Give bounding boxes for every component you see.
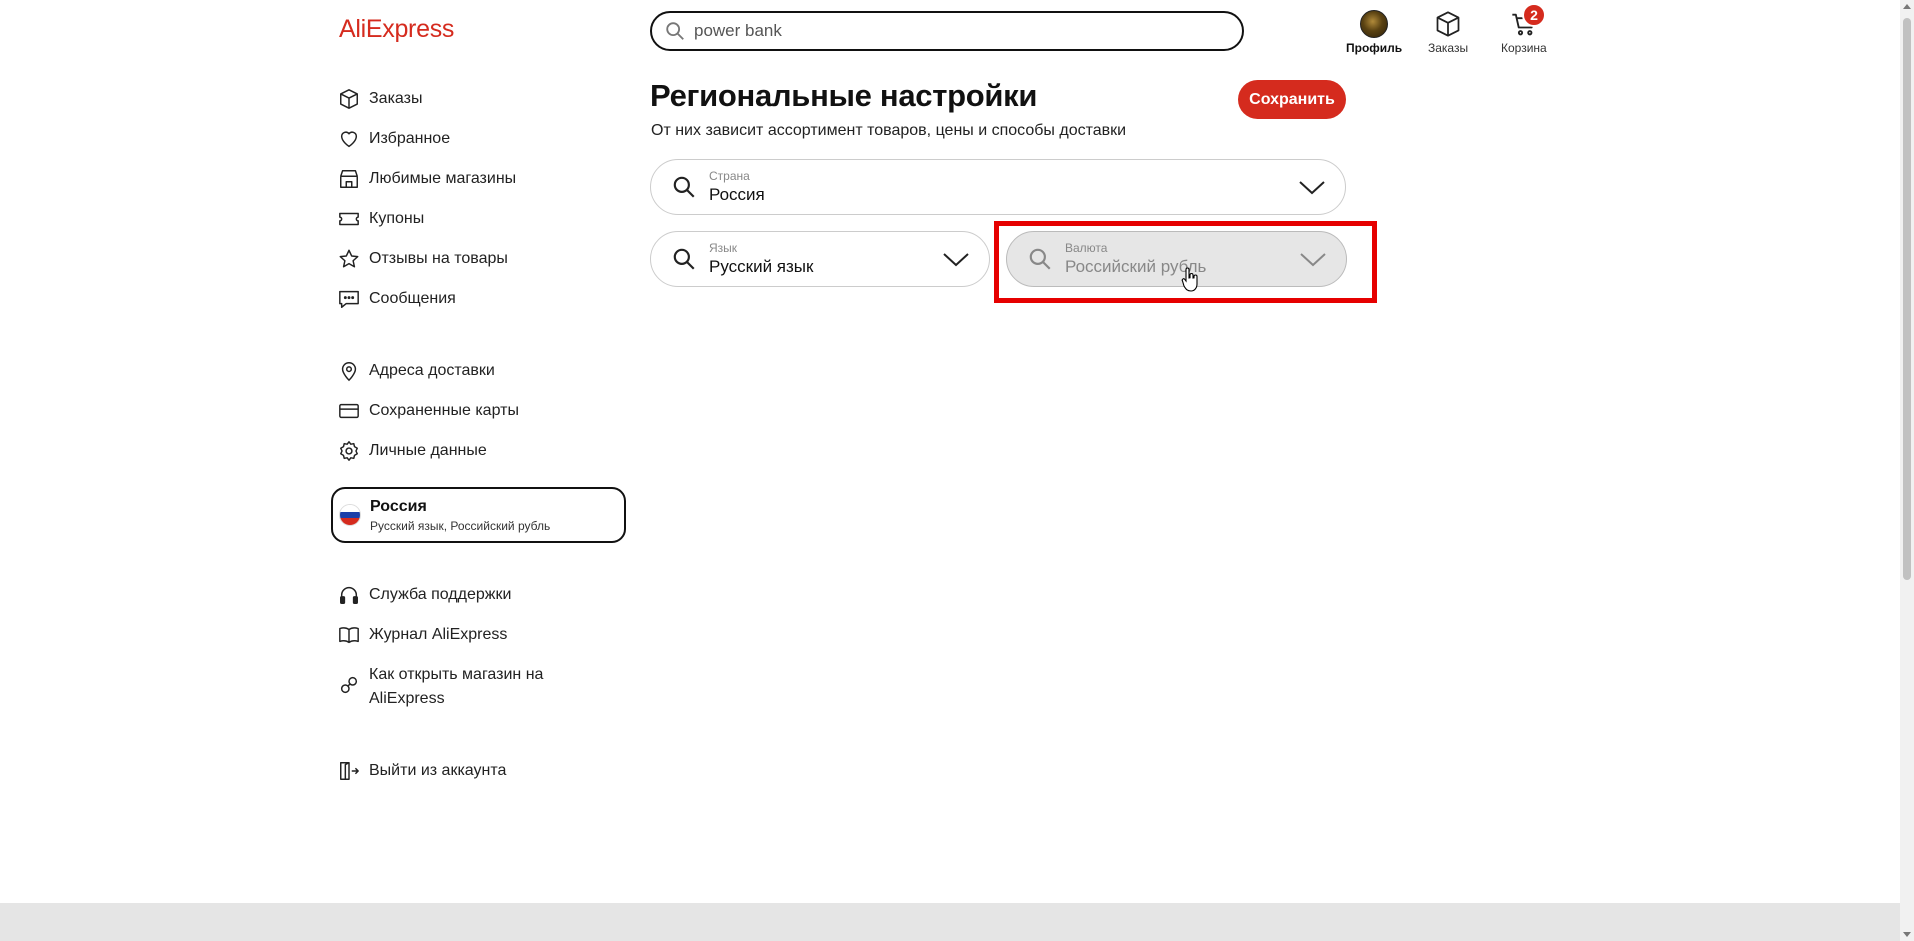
headphones-icon xyxy=(340,587,358,604)
region-selector-card[interactable]: Россия Русский язык, Российский рубль xyxy=(331,487,626,543)
sidebar-item-label: Сохраненные карты xyxy=(369,402,519,419)
language-select[interactable]: Язык Русский язык xyxy=(650,231,990,287)
vertical-scrollbar[interactable] xyxy=(1900,0,1914,941)
scrollbar-thumb[interactable] xyxy=(1903,18,1911,580)
sidebar-item-cards[interactable]: Сохраненные карты xyxy=(338,399,519,439)
sidebar-item-label: Избранное xyxy=(369,130,451,147)
book-icon xyxy=(339,627,359,644)
sidebar-item-personal-data[interactable]: Личные данные xyxy=(338,439,519,479)
sidebar-item-orders[interactable]: Заказы xyxy=(338,87,516,127)
sidebar-item-journal[interactable]: Журнал AliExpress xyxy=(338,623,559,663)
logout-icon xyxy=(340,762,359,780)
sidebar-item-label: Служба поддержки xyxy=(369,586,512,603)
sidebar-group-account: Заказы Избранное Любимые магазины Купоны… xyxy=(338,87,516,327)
link-icon xyxy=(340,676,358,694)
search-icon xyxy=(673,248,695,270)
gear-icon xyxy=(340,441,358,461)
language-label: Язык xyxy=(709,241,738,255)
currency-select[interactable]: Валюта Российский рубль xyxy=(1006,231,1347,287)
russia-flag-icon xyxy=(339,504,361,526)
coupon-icon xyxy=(339,212,359,226)
sidebar-group-help: Служба поддержки Журнал AliExpress Как о… xyxy=(338,583,559,735)
sidebar-item-label: Журнал AliExpress xyxy=(369,626,508,643)
sidebar-item-label: Заказы xyxy=(369,90,423,107)
sidebar-item-messages[interactable]: Сообщения xyxy=(338,287,516,327)
heart-icon xyxy=(340,131,358,148)
page-title: Региональные настройки xyxy=(650,78,1038,113)
sidebar-item-label: Личные данные xyxy=(369,442,487,459)
sidebar-item-label: Выйти из аккаунта xyxy=(369,762,507,779)
search-value: power bank xyxy=(694,21,782,40)
region-details: Русский язык, Российский рубль xyxy=(370,518,551,533)
chevron-down-icon xyxy=(1300,253,1326,267)
sidebar-item-favorites[interactable]: Избранное xyxy=(338,127,516,167)
page-subtitle: От них зависит ассортимент товаров, цены… xyxy=(651,122,1127,139)
sidebar-item-coupons[interactable]: Купоны xyxy=(338,207,516,247)
aliexpress-logo[interactable]: AliExpress xyxy=(339,15,454,44)
search-icon xyxy=(673,176,695,198)
search-icon xyxy=(666,22,684,40)
header-profile[interactable]: Профиль xyxy=(1346,9,1402,55)
sidebar-item-reviews[interactable]: Отзывы на товары xyxy=(338,247,516,287)
cart-count-badge: 2 xyxy=(1522,3,1546,27)
profile-label: Профиль xyxy=(1346,41,1403,55)
language-value: Русский язык xyxy=(709,257,814,276)
scroll-up-arrow[interactable] xyxy=(1903,4,1911,9)
star-icon xyxy=(339,249,359,268)
country-select[interactable]: Страна Россия xyxy=(650,159,1346,215)
sidebar-item-addresses[interactable]: Адреса доставки xyxy=(338,359,519,399)
scroll-down-arrow[interactable] xyxy=(1903,932,1911,937)
country-value: Россия xyxy=(709,185,765,204)
card-icon xyxy=(339,403,359,419)
sidebar-item-open-store[interactable]: Как открыть магазин на AliExpress xyxy=(338,663,559,735)
sidebar-item-label: Адреса доставки xyxy=(369,362,495,379)
region-country: Россия xyxy=(370,497,427,515)
sidebar-item-label: Отзывы на товары xyxy=(369,250,508,267)
box-icon xyxy=(1436,11,1460,37)
chat-icon xyxy=(339,290,359,308)
sidebar-item-label: Сообщения xyxy=(369,290,456,307)
sidebar-group-logout: Выйти из аккаунта xyxy=(338,759,506,799)
chevron-down-icon xyxy=(943,253,969,267)
search-input[interactable]: power bank xyxy=(650,11,1244,51)
box-icon xyxy=(340,89,358,109)
currency-label: Валюта xyxy=(1065,241,1108,255)
save-button[interactable]: Сохранить xyxy=(1238,80,1346,119)
store-icon xyxy=(340,170,358,188)
location-pin-icon xyxy=(341,362,357,382)
sidebar-item-label: Любимые магазины xyxy=(369,170,517,187)
sidebar-item-stores[interactable]: Любимые магазины xyxy=(338,167,516,207)
sidebar-item-label: Купоны xyxy=(369,210,425,227)
chevron-down-icon xyxy=(1299,181,1325,195)
avatar xyxy=(1360,10,1389,38)
search-icon xyxy=(1029,248,1051,270)
sidebar-item-support[interactable]: Служба поддержки xyxy=(338,583,559,623)
hand-cursor-icon xyxy=(1181,267,1198,292)
sidebar-group-settings: Адреса доставки Сохраненные карты Личные… xyxy=(338,359,519,479)
cart-label: Корзина xyxy=(1501,41,1547,55)
header-orders[interactable]: Заказы xyxy=(1428,9,1468,55)
sidebar-item-logout[interactable]: Выйти из аккаунта xyxy=(338,759,506,799)
sidebar-item-label: Как открыть магазин на AliExpress xyxy=(369,666,544,707)
page-footer xyxy=(0,903,1900,941)
country-label: Страна xyxy=(709,169,750,183)
orders-label: Заказы xyxy=(1428,41,1469,55)
